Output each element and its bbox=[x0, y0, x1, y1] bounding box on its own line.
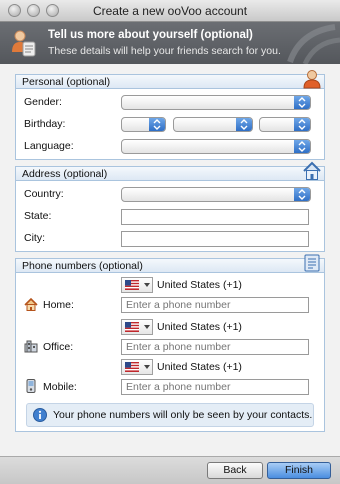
mobile-country-flag-dropdown[interactable] bbox=[121, 359, 153, 375]
address-section-title: Address (optional) bbox=[22, 168, 108, 180]
language-label: Language: bbox=[24, 140, 74, 152]
banner-subtitle: These details will help your friends sea… bbox=[48, 45, 281, 57]
phone-book-icon bbox=[304, 254, 320, 272]
form-body: Personal (optional) Gender: Birthday: La… bbox=[0, 64, 340, 456]
country-label: Country: bbox=[24, 188, 64, 200]
us-flag-icon bbox=[125, 322, 139, 332]
caret-down-icon bbox=[144, 283, 150, 287]
house-icon bbox=[303, 161, 321, 180]
home-icon bbox=[24, 298, 38, 311]
home-phone-input[interactable] bbox=[121, 297, 309, 313]
phone-privacy-text: Your phone numbers will only be seen by … bbox=[53, 409, 313, 421]
chevron-updown-icon bbox=[294, 188, 310, 201]
phone-section-header: Phone numbers (optional) bbox=[16, 259, 324, 273]
dialog-footer: Back Finish bbox=[0, 456, 340, 484]
language-select[interactable] bbox=[121, 139, 311, 154]
chevron-updown-icon bbox=[294, 140, 310, 153]
back-button[interactable]: Back bbox=[207, 462, 263, 479]
city-input[interactable] bbox=[121, 231, 309, 247]
mobile-phone-icon bbox=[26, 379, 36, 393]
gender-select[interactable] bbox=[121, 95, 311, 110]
personal-section: Personal (optional) Gender: Birthday: La… bbox=[15, 70, 325, 160]
mobile-country-text: United States (+1) bbox=[157, 361, 242, 373]
office-phone-label: Office: bbox=[43, 341, 74, 353]
personal-section-title: Personal (optional) bbox=[22, 76, 111, 88]
phone-privacy-notice: Your phone numbers will only be seen by … bbox=[26, 403, 314, 427]
state-label: State: bbox=[24, 210, 52, 222]
finish-button[interactable]: Finish bbox=[267, 462, 331, 479]
phone-section-title: Phone numbers (optional) bbox=[22, 260, 143, 272]
birthday-label: Birthday: bbox=[24, 118, 66, 130]
phone-section: Phone numbers (optional) United States (… bbox=[15, 254, 325, 432]
home-phone-label: Home: bbox=[43, 299, 74, 311]
birthday-year-select[interactable] bbox=[259, 117, 311, 132]
birthday-day-select[interactable] bbox=[173, 117, 253, 132]
caret-down-icon bbox=[144, 365, 150, 369]
window-title: Create a new ooVoo account bbox=[92, 4, 248, 18]
header-banner: Tell us more about yourself (optional) T… bbox=[0, 22, 340, 64]
users-icon bbox=[12, 30, 36, 57]
mobile-phone-label: Mobile: bbox=[43, 381, 77, 393]
person-icon bbox=[303, 70, 321, 89]
us-flag-icon bbox=[125, 362, 139, 372]
gender-label: Gender: bbox=[24, 96, 62, 108]
country-select[interactable] bbox=[121, 187, 311, 202]
chevron-updown-icon bbox=[294, 118, 310, 131]
decorative-swirl-icon bbox=[287, 24, 340, 64]
office-building-icon bbox=[24, 340, 38, 353]
info-icon bbox=[33, 408, 47, 422]
city-label: City: bbox=[24, 232, 45, 244]
us-flag-icon bbox=[125, 280, 139, 290]
address-section: Address (optional) Country: State: City: bbox=[15, 161, 325, 252]
chevron-updown-icon bbox=[236, 118, 252, 131]
office-phone-input[interactable] bbox=[121, 339, 309, 355]
banner-title: Tell us more about yourself (optional) bbox=[48, 29, 253, 41]
title-bar: Create a new ooVoo account bbox=[0, 0, 340, 22]
state-input[interactable] bbox=[121, 209, 309, 225]
birthday-month-select[interactable] bbox=[121, 117, 166, 132]
chevron-updown-icon bbox=[149, 118, 165, 131]
office-country-text: United States (+1) bbox=[157, 321, 242, 333]
home-country-text: United States (+1) bbox=[157, 279, 242, 291]
address-section-header: Address (optional) bbox=[16, 167, 324, 181]
chevron-updown-icon bbox=[294, 96, 310, 109]
home-country-flag-dropdown[interactable] bbox=[121, 277, 153, 293]
personal-section-header: Personal (optional) bbox=[16, 75, 324, 89]
office-country-flag-dropdown[interactable] bbox=[121, 319, 153, 335]
caret-down-icon bbox=[144, 325, 150, 329]
mobile-phone-input[interactable] bbox=[121, 379, 309, 395]
